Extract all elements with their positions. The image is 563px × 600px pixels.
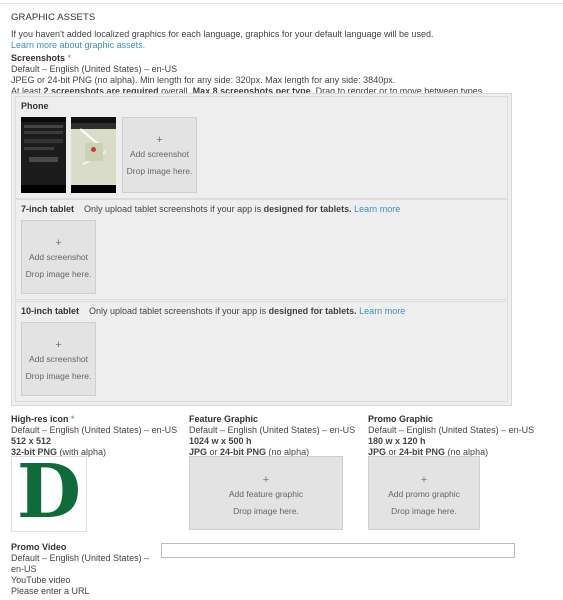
intro-text: If you haven't added localized graphics … xyxy=(11,29,556,51)
screenshots-panel: Phone + Add screenshot Drop image here. xyxy=(11,93,512,406)
add-promo-graphic-label: Add promo graphic xyxy=(388,489,460,499)
phone-section: Phone + Add screenshot Drop image here. xyxy=(15,96,508,199)
tablet7-add-screenshot-dropzone[interactable]: + Add screenshot Drop image here. xyxy=(21,220,96,294)
intro-line: If you haven't added localized graphics … xyxy=(11,29,434,39)
tablet10-note-bold: designed for tablets. xyxy=(268,306,357,316)
promo-graphic-info: Promo Graphic Default – English (United … xyxy=(368,414,558,458)
tablet7-section: 7-inch tablet Only upload tablet screens… xyxy=(15,199,508,300)
section-title: GRAPHIC ASSETS xyxy=(11,12,96,23)
add-feature-graphic-label: Add feature graphic xyxy=(228,489,304,499)
screenshots-format: JPEG or 24-bit PNG (no alpha). Min lengt… xyxy=(11,75,396,85)
learn-more-graphic-assets-link[interactable]: Learn more about graphic assets. xyxy=(11,40,145,50)
phone-label: Phone xyxy=(21,101,49,111)
add-screenshot-label: Add screenshot xyxy=(129,149,190,159)
tablet10-header: 10-inch tablet Only upload tablet screen… xyxy=(21,306,405,316)
hires-icon-image[interactable]: D xyxy=(11,449,87,535)
screenshots-info: Screenshots * Default – English (United … xyxy=(11,53,556,97)
tablet7-note: Only upload tablet screenshots if your a… xyxy=(84,204,264,214)
tablet7-label: 7-inch tablet xyxy=(21,204,75,214)
drop-image-label: Drop image here. xyxy=(233,506,299,516)
phone-add-screenshot-dropzone[interactable]: + Add screenshot Drop image here. xyxy=(122,117,197,193)
promo-video-info: Promo Video Default – English (United St… xyxy=(11,542,159,597)
drop-image-label: Drop image here. xyxy=(126,166,193,176)
hires-icon-default-lang: Default – English (United States) – en-U… xyxy=(11,425,178,435)
hires-icon-label: High-res icon xyxy=(11,414,69,424)
plus-icon: + xyxy=(55,237,62,249)
phone-screenshot-2[interactable] xyxy=(71,117,116,193)
promo-graphic-dropzone[interactable]: + Add promo graphic Drop image here. xyxy=(368,456,480,530)
promo-video-hint: Please enter a URL xyxy=(11,586,90,596)
plus-icon: + xyxy=(262,474,270,486)
screenshots-default-lang: Default – English (United States) – en-U… xyxy=(11,64,178,74)
tablet10-section: 10-inch tablet Only upload tablet screen… xyxy=(15,301,508,402)
feature-graphic-info: Feature Graphic Default – English (Unite… xyxy=(189,414,367,458)
promo-graphic-size: 180 w x 120 h xyxy=(368,436,426,446)
tablet10-label: 10-inch tablet xyxy=(21,306,80,316)
feature-graphic-default-lang: Default – English (United States) – en-U… xyxy=(189,425,356,435)
tablet7-note-bold: designed for tablets. xyxy=(263,204,352,214)
promo-graphic-label: Promo Graphic xyxy=(368,414,434,424)
promo-video-label: Promo Video xyxy=(11,542,67,552)
plus-icon: + xyxy=(156,134,163,146)
screenshots-label: Screenshots xyxy=(11,53,66,63)
promo-video-default-lang: Default – English (United States) – xyxy=(11,553,150,563)
tablet7-learn-more-link[interactable]: Learn more xyxy=(354,204,400,214)
feature-graphic-dropzone[interactable]: + Add feature graphic Drop image here. xyxy=(189,456,343,530)
promo-video-url-input[interactable] xyxy=(161,543,515,558)
promo-graphic-default-lang: Default – English (United States) – en-U… xyxy=(368,425,535,435)
drop-image-label: Drop image here. xyxy=(391,506,457,516)
drop-image-label: Drop image here. xyxy=(25,371,92,381)
tablet10-add-screenshot-dropzone[interactable]: + Add screenshot Drop image here. xyxy=(21,322,96,396)
phone-screenshot-1[interactable] xyxy=(21,117,66,193)
promo-video-type: YouTube video xyxy=(11,575,71,585)
hires-icon-size: 512 x 512 xyxy=(11,436,52,446)
tablet7-header: 7-inch tablet Only upload tablet screens… xyxy=(21,204,400,214)
required-mark: * xyxy=(71,414,75,424)
feature-graphic-size: 1024 w x 500 h xyxy=(189,436,252,446)
app-logo-icon: D xyxy=(16,449,82,535)
add-screenshot-label: Add screenshot xyxy=(28,354,89,364)
top-divider xyxy=(0,3,563,4)
add-screenshot-label: Add screenshot xyxy=(28,252,89,262)
plus-icon: + xyxy=(420,474,428,486)
required-mark: * xyxy=(67,53,72,63)
feature-graphic-label: Feature Graphic xyxy=(189,414,259,424)
plus-icon: + xyxy=(55,339,62,351)
tablet10-note: Only upload tablet screenshots if your a… xyxy=(89,306,269,316)
drop-image-label: Drop image here. xyxy=(25,269,92,279)
promo-video-locale: en-US xyxy=(11,564,37,574)
tablet10-learn-more-link[interactable]: Learn more xyxy=(359,306,405,316)
